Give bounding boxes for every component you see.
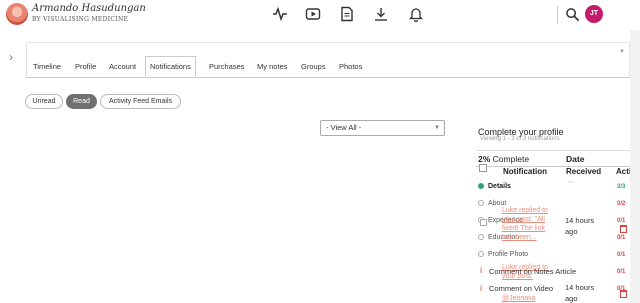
view-filter-select[interactable]: - View All - ▼ — [320, 120, 445, 136]
brand-name[interactable]: Armando Hasudungan — [32, 3, 146, 14]
info-icon: i — [480, 266, 483, 275]
filter-read[interactable]: Read — [66, 94, 97, 109]
notification-received: 14 hours ago — [565, 216, 595, 236]
tab-groups[interactable]: Groups — [301, 62, 326, 71]
page-scrollbar[interactable] — [630, 30, 640, 303]
tab-profile[interactable]: Profile — [75, 62, 96, 71]
notification-link[interactable]: Luke replied to your post: "All fixed! T… — [502, 206, 548, 242]
column-received[interactable]: Received — [566, 167, 601, 176]
profile-item-count: 0/1 — [617, 269, 626, 275]
trash-icon[interactable] — [620, 225, 627, 233]
tab-notifications[interactable]: Notifications — [145, 56, 196, 77]
header-divider — [557, 6, 558, 24]
brand-subtitle: by Visualising Medicine — [32, 16, 129, 23]
notification-link[interactable]: @Jeonava — [502, 294, 536, 303]
tab-timeline[interactable]: Timeline — [33, 62, 61, 71]
check-icon — [478, 183, 484, 189]
tab-my-notes[interactable]: My notes — [257, 62, 287, 71]
divider — [476, 150, 640, 151]
profile-item-count: 0/2 — [617, 201, 626, 207]
profile-completion-title: Complete your profile — [478, 127, 564, 137]
row-checkbox[interactable] — [480, 219, 487, 226]
circle-icon — [478, 251, 484, 257]
tab-purchases[interactable]: Purchases — [209, 62, 244, 71]
profile-item-count: 0/1 — [617, 218, 626, 224]
select-all-checkbox[interactable] — [479, 164, 487, 172]
top-bar: Armando Hasudungan by Visualising Medici… — [0, 0, 640, 30]
profile-item-count: 3/3 — [617, 184, 626, 190]
filter-activity-feed-emails[interactable]: Activity Feed Emails — [100, 94, 181, 109]
tabs-divider — [26, 77, 630, 78]
tab-photos[interactable]: Photos — [339, 62, 362, 71]
profile-item-count: 0/1 — [617, 252, 626, 258]
column-date[interactable]: Date — [566, 154, 584, 164]
tab-account[interactable]: Account — [109, 62, 136, 71]
chevron-down-icon: ▼ — [434, 125, 440, 131]
activity-label: Comment on Notes Article — [489, 267, 577, 276]
video-icon[interactable] — [305, 6, 321, 22]
info-icon: i — [480, 284, 483, 293]
activity-label: Comment on Video — [489, 284, 554, 293]
circle-icon — [478, 234, 484, 240]
avatar[interactable]: JT — [585, 5, 603, 23]
profile-item-photo[interactable]: Profile Photo — [478, 251, 528, 258]
download-icon[interactable] — [373, 6, 389, 22]
column-notification: Notification — [503, 167, 547, 176]
search-icon[interactable] — [565, 7, 580, 22]
view-filter-value: - View All - — [326, 123, 362, 132]
profile-item-details[interactable]: Details — [478, 183, 511, 190]
trash-icon[interactable] — [620, 290, 627, 298]
filter-unread[interactable]: Unread — [25, 94, 63, 109]
activity-icon[interactable] — [272, 6, 288, 22]
notification-received: 14 hours ago — [565, 283, 595, 303]
document-icon[interactable] — [339, 6, 355, 22]
circle-icon — [478, 200, 484, 206]
bell-icon[interactable] — [408, 6, 424, 22]
sort-up-icon[interactable]: ︿ — [568, 176, 574, 185]
profile-completion-percent: 2% Complete — [478, 154, 530, 164]
chevron-down-icon[interactable]: ▼ — [619, 49, 625, 55]
logo-icon[interactable] — [6, 3, 28, 25]
profile-item-count: 0/1 — [617, 235, 626, 241]
chevron-right-icon[interactable]: › — [9, 50, 13, 64]
profile-tabs: ▼ — [26, 42, 630, 78]
